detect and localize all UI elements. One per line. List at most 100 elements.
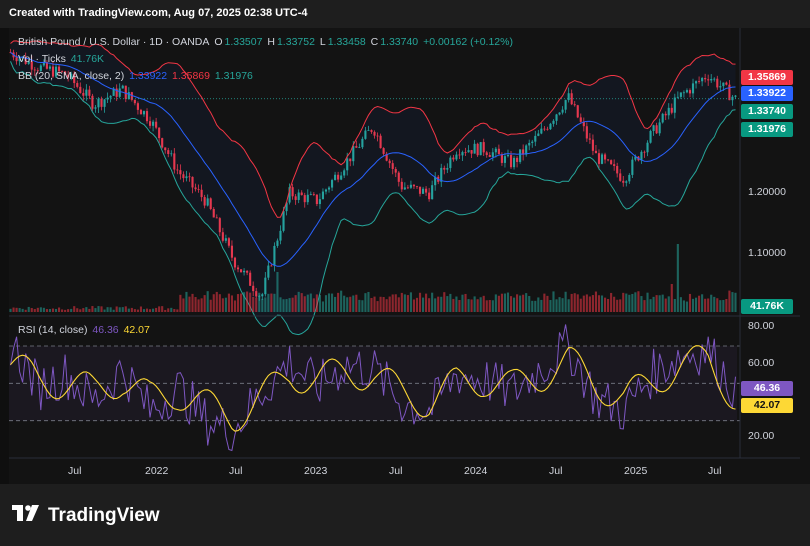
volume-bar [491, 300, 494, 312]
volume-bar [349, 296, 352, 312]
symbol-legend[interactable]: British Pound / U.S. Dollar · 1D · OANDA… [18, 36, 515, 48]
volume-bar [124, 306, 127, 312]
volume-bar [294, 295, 297, 312]
volume-bar [327, 293, 331, 312]
volume-bar [707, 298, 710, 312]
volume-bar [88, 308, 91, 312]
volume-bar [625, 293, 628, 312]
bb-upper-value: 1.35869 [172, 70, 210, 82]
volume-bar [233, 300, 237, 312]
volume-bar [227, 293, 230, 312]
volume-bar [170, 307, 173, 312]
volume-label: Vol · Ticks [18, 53, 66, 65]
high-value: 1.33752 [276, 36, 315, 48]
volume-bar [39, 307, 42, 312]
volume-bar [685, 301, 689, 312]
volume-bar [103, 309, 106, 312]
volume-bar [725, 299, 728, 312]
volume-bar [534, 300, 537, 312]
volume-bar [97, 306, 100, 312]
volume-bar [264, 297, 267, 312]
volume-bar [54, 308, 58, 312]
volume-bar [658, 295, 661, 312]
x-tick-label: Jul [389, 465, 403, 477]
volume-bar [346, 297, 349, 312]
volume-bar [112, 309, 115, 312]
bb-legend[interactable]: BB (20, SMA, close, 2) 1.33922 1.35869 1… [18, 70, 255, 82]
volume-bar [655, 295, 658, 312]
volume-bar [167, 308, 170, 312]
volume-bar [67, 309, 70, 312]
volume-bar [15, 307, 18, 312]
volume-bar [588, 296, 591, 312]
volume-bar [203, 295, 206, 312]
volume-bar [246, 291, 249, 312]
volume-bar [12, 307, 15, 312]
volume-bar [48, 309, 52, 312]
volume-bar [315, 294, 318, 312]
x-tick-label: Jul [549, 465, 563, 477]
tradingview-logo-icon [12, 505, 42, 527]
volume-bar [21, 308, 24, 312]
volume-bar [600, 295, 604, 312]
y-tick-label: 1.10000 [748, 247, 786, 259]
x-tick-label: 2025 [624, 465, 648, 477]
volume-bar [585, 294, 588, 312]
volume-bar [139, 306, 143, 312]
volume-bar [191, 293, 194, 312]
volume-bar [118, 307, 121, 312]
volume-bar [142, 309, 146, 312]
volume-bar [285, 299, 288, 312]
volume-bar [610, 292, 613, 312]
volume-bar [179, 294, 182, 312]
volume-bar [291, 297, 294, 312]
volume-bar [173, 309, 176, 312]
volume-bar [613, 296, 616, 312]
volume-bar [94, 308, 97, 312]
volume-bar [82, 308, 85, 312]
volume-bar [288, 298, 291, 312]
volume-bar [136, 309, 139, 312]
volume-bar [676, 244, 679, 312]
volume-bar [61, 309, 64, 312]
volume-bar [579, 298, 582, 312]
volume-bar [388, 296, 391, 312]
volume-bar [100, 306, 103, 312]
brand-name: TradingView [48, 505, 160, 527]
volume-bar [437, 296, 440, 312]
volume-bar [503, 293, 507, 312]
volume-bar [476, 299, 479, 312]
x-tick-label: Jul [229, 465, 243, 477]
tradingview-logo[interactable]: TradingView [12, 505, 160, 527]
volume-bar [109, 307, 112, 312]
volume-bar [421, 297, 425, 312]
volume-bar [409, 292, 412, 312]
high-label: H [267, 36, 275, 48]
volume-bar [643, 300, 646, 312]
volume-bar [673, 298, 676, 312]
volume-bar [594, 291, 598, 312]
volume-bar [352, 295, 355, 312]
volume-bar [443, 292, 446, 312]
volume-bar [218, 294, 221, 312]
rsi-legend[interactable]: RSI (14, close) 46.36 42.07 [18, 324, 152, 336]
volume-bar [664, 298, 667, 312]
volume-bar [591, 295, 594, 312]
volume-bar [694, 297, 698, 312]
volume-legend[interactable]: Vol · Ticks 41.76K [18, 53, 106, 65]
open-label: O [214, 36, 223, 48]
volume-bar [506, 292, 510, 312]
volume-bar [18, 308, 21, 312]
volume-bar [485, 300, 488, 312]
volume-bar [607, 299, 610, 312]
bb-lower-value: 1.31976 [214, 70, 253, 82]
volume-bar [473, 296, 476, 312]
volume-pane [9, 244, 737, 312]
volume-bar [42, 307, 45, 312]
rsi-tick-label: 80.00 [748, 320, 775, 332]
volume-bar [716, 298, 719, 312]
volume-bar [224, 297, 227, 312]
x-tick-label: 2024 [464, 465, 488, 477]
volume-bar [306, 294, 309, 312]
volume-bar [509, 296, 513, 312]
